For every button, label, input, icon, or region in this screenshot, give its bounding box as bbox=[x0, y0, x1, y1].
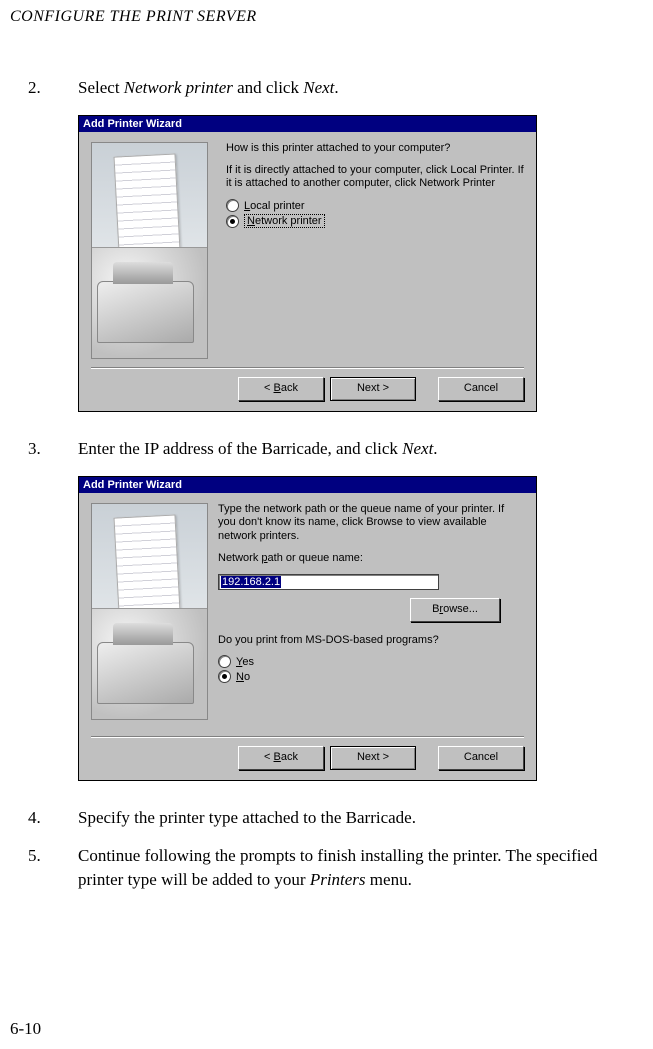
wizard-dialog-2: Add Printer Wizard Type the network path… bbox=[78, 476, 537, 781]
text: . bbox=[433, 439, 437, 458]
wizard-dialog-1: Add Printer Wizard How is this printer a… bbox=[78, 115, 537, 412]
text: menu. bbox=[366, 870, 412, 889]
radio-network-printer[interactable]: Network printer bbox=[226, 214, 524, 228]
step-4: 4. Specify the printer type attached to … bbox=[10, 806, 643, 830]
back-button[interactable]: < Back bbox=[238, 746, 324, 770]
radio-label: Local printer bbox=[244, 200, 305, 212]
titlebar: Add Printer Wizard bbox=[79, 477, 536, 493]
emphasis: Next bbox=[303, 78, 334, 97]
radio-icon bbox=[218, 670, 231, 683]
dos-question: Do you print from MS-DOS-based programs? bbox=[218, 634, 524, 648]
next-button[interactable]: Next > bbox=[330, 377, 416, 401]
emphasis: Network printer bbox=[124, 78, 233, 97]
radio-label: No bbox=[236, 671, 250, 683]
title-text: Add Printer Wizard bbox=[83, 118, 182, 130]
wizard-info: Type the network path or the queue name … bbox=[218, 503, 524, 544]
step-text: Specify the printer type attached to the… bbox=[78, 806, 643, 830]
page-header: CONFIGURE THE PRINT SERVER bbox=[0, 0, 653, 26]
radio-label: Network printer bbox=[244, 214, 325, 228]
radio-icon bbox=[218, 655, 231, 668]
step-number: 4. bbox=[10, 806, 78, 830]
wizard-sidebar-image bbox=[91, 503, 208, 720]
step-number: 2. bbox=[10, 76, 78, 100]
step-3: 3. Enter the IP address of the Barricade… bbox=[10, 437, 643, 461]
next-button[interactable]: Next > bbox=[330, 746, 416, 770]
cancel-button[interactable]: Cancel bbox=[438, 746, 524, 770]
radio-label: Yes bbox=[236, 656, 254, 668]
step-number: 5. bbox=[10, 844, 78, 892]
step-text: Enter the IP address of the Barricade, a… bbox=[78, 437, 643, 461]
back-button[interactable]: < Back bbox=[238, 377, 324, 401]
step-text: Select Network printer and click Next. bbox=[78, 76, 643, 100]
step-5: 5. Continue following the prompts to fin… bbox=[10, 844, 643, 892]
wizard-question: How is this printer attached to your com… bbox=[226, 142, 524, 156]
printer-illustration bbox=[97, 642, 194, 704]
titlebar: Add Printer Wizard bbox=[79, 116, 536, 132]
cancel-button[interactable]: Cancel bbox=[438, 377, 524, 401]
text: Enter the IP address of the Barricade, a… bbox=[78, 439, 402, 458]
radio-yes[interactable]: Yes bbox=[218, 655, 524, 668]
emphasis: Printers bbox=[310, 870, 366, 889]
radio-local-printer[interactable]: Local printer bbox=[226, 199, 524, 212]
title-text: Add Printer Wizard bbox=[83, 479, 182, 491]
page-number: 6-10 bbox=[10, 1019, 41, 1039]
printer-illustration bbox=[97, 281, 194, 343]
step-number: 3. bbox=[10, 437, 78, 461]
page-content: 2. Select Network printer and click Next… bbox=[0, 26, 653, 892]
network-path-input[interactable]: 192.168.2.1 bbox=[218, 574, 439, 590]
input-value: 192.168.2.1 bbox=[221, 576, 281, 588]
path-label: Network path or queue name: bbox=[218, 552, 524, 566]
emphasis: Next bbox=[402, 439, 433, 458]
text: . bbox=[334, 78, 338, 97]
step-2: 2. Select Network printer and click Next… bbox=[10, 76, 643, 100]
wizard-info: If it is directly attached to your compu… bbox=[226, 164, 524, 192]
text: and click bbox=[233, 78, 303, 97]
step-text: Continue following the prompts to finish… bbox=[78, 844, 643, 892]
text: Select bbox=[78, 78, 124, 97]
wizard-sidebar-image bbox=[91, 142, 208, 359]
radio-no[interactable]: No bbox=[218, 670, 524, 683]
browse-button[interactable]: Browse... bbox=[410, 598, 500, 622]
radio-icon bbox=[226, 215, 239, 228]
radio-icon bbox=[226, 199, 239, 212]
